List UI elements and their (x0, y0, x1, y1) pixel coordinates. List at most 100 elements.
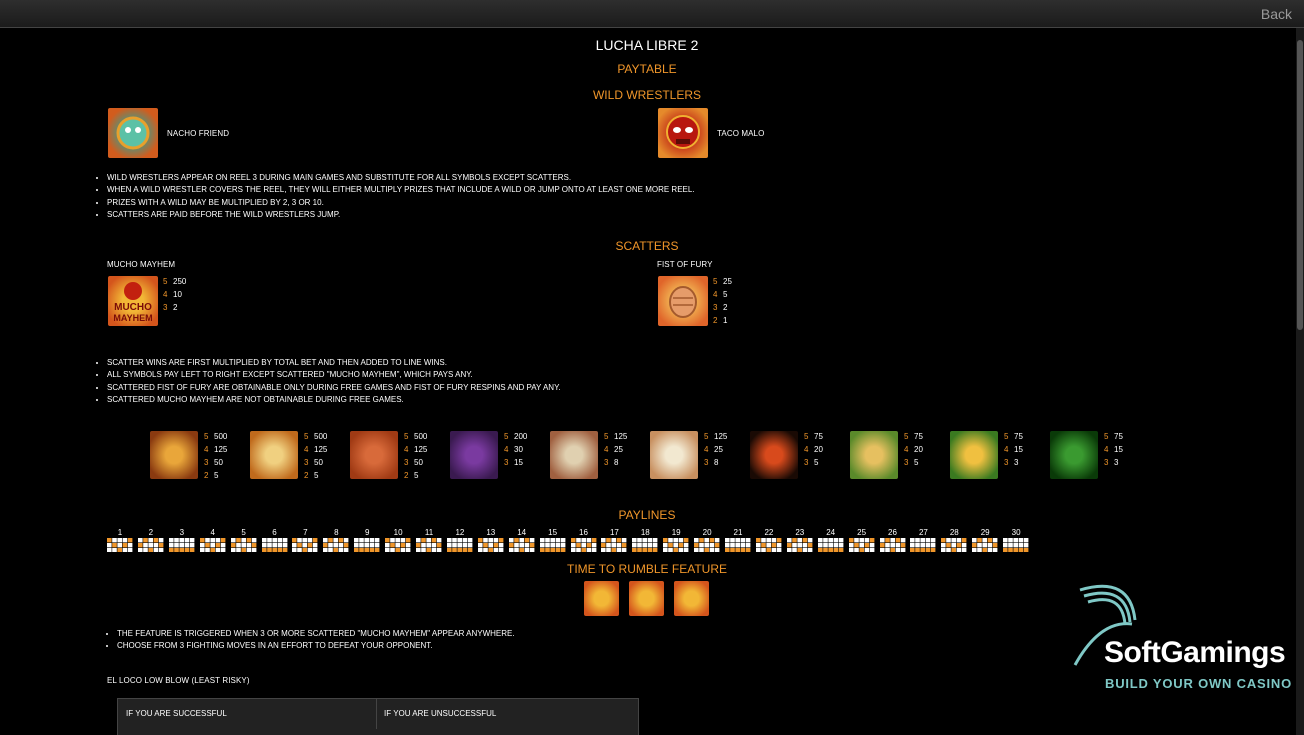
pay-row: 5 200 (504, 432, 528, 441)
nacho-chip-symbol-icon (950, 431, 998, 479)
payline-number: 27 (918, 528, 928, 537)
list-item: SCATTERS ARE PAID BEFORE THE WILD WRESTL… (107, 210, 1193, 219)
pay-row: 21 (713, 316, 728, 325)
pay-row: 25 (304, 471, 319, 480)
mucho-mayhem-icon (674, 581, 709, 616)
symbol-pays: 5 500 4 125 3 50 2 5 (304, 430, 327, 482)
wild-rules: WILD WRESTLERS APPEAR ON REEL 3 DURING M… (93, 173, 1193, 222)
payline-diagram-icon (663, 538, 689, 552)
payline-number: 13 (486, 528, 496, 537)
payline-number: 26 (888, 528, 897, 537)
payline-number: 17 (609, 528, 619, 537)
mucho-mayhem-icon (629, 581, 664, 616)
feature-symbols (584, 581, 714, 617)
pay-row: 3 15 (504, 458, 523, 467)
taco-symbol-icon (850, 431, 898, 479)
referee-symbol-icon (350, 431, 398, 479)
top-bar: Back (0, 0, 1304, 28)
trophy-symbol-icon (250, 431, 298, 479)
symbol-pays: 5 75 4 20 3 5 (804, 430, 823, 469)
payline-diagram-icon (725, 538, 751, 552)
payline-number: 24 (826, 528, 836, 537)
pay-row: 25 (204, 471, 219, 480)
list-item: PRIZES WITH A WILD MAY BE MULTIPLIED BY … (107, 198, 1193, 207)
back-button[interactable]: Back (1261, 6, 1292, 22)
scrollbar[interactable] (1296, 28, 1304, 735)
list-item: SCATTERED MUCHO MAYHEM ARE NOT OBTAINABL… (107, 395, 1193, 404)
symbol-pays: 5 75 4 15 3 3 (1104, 430, 1123, 469)
symbol-pays: 5 200 4 30 3 15 (504, 430, 527, 469)
feature-rules: THE FEATURE IS TRIGGERED WHEN 3 OR MORE … (103, 629, 1003, 654)
pay-row: 5 125 (704, 432, 728, 441)
pay-row: 3 50 (404, 458, 423, 467)
payline-diagram-icon (477, 538, 504, 552)
payline-number: 23 (795, 528, 805, 537)
list-item: THE FEATURE IS TRIGGERED WHEN 3 OR MORE … (117, 629, 1003, 638)
payline-number: 30 (1011, 528, 1021, 537)
payline-number: 10 (393, 528, 403, 537)
symbol-paytable: 5 500 4 125 3 50 2 5 5 500 4 125 3 50 2 5 5 500 4 125 3 50 2 5 5… (150, 431, 1150, 491)
payline-number: 11 (424, 528, 434, 537)
paylines-heading: PAYLINES (618, 508, 676, 522)
nacho-friend-label: NACHO FRIEND (167, 129, 230, 138)
brand-tagline: BUILD YOUR OWN CASINO (1105, 676, 1293, 691)
payline-diagram-icon (385, 538, 411, 552)
pay-row: 5 75 (804, 432, 823, 441)
game-title: LUCHA LIBRE 2 (595, 37, 699, 53)
payline-number: 8 (334, 528, 339, 537)
payline-diagram-icon (323, 538, 349, 552)
pay-row: 4 25 (704, 445, 723, 454)
paylines-grid: 1 2 3 4 5 6 7 8 9 10 11 12 13 14 15 16 17 18 19 20 21 22 23 24 2… (107, 528, 1037, 556)
pay-row: 33 (1104, 458, 1119, 467)
mucho-mayhem-icon (584, 581, 619, 616)
list-item: ALL SYMBOLS PAY LEFT TO RIGHT EXCEPT SCA… (107, 370, 1193, 379)
payline-diagram-icon (416, 538, 442, 552)
jalapeno-symbol-icon (1050, 431, 1098, 479)
payline-number: 12 (455, 528, 465, 537)
fist-of-fury-pays: 5 25 45 32 21 (713, 275, 732, 327)
symbol-pays: 5 125 4 25 3 8 (604, 430, 627, 469)
svg-text:MAYHEM: MAYHEM (113, 313, 152, 323)
move-title: EL LOCO LOW BLOW (LEAST RISKY) (107, 676, 250, 685)
wild-heading: WILD WRESTLERS (592, 88, 701, 102)
nacho-friend-symbol-icon (108, 108, 158, 158)
pay-row: 4 125 (204, 445, 228, 454)
scatter-rules: SCATTER WINS ARE FIRST MULTIPLIED BY TOT… (93, 358, 1193, 407)
payline-number: 5 (241, 528, 246, 537)
payline-number: 21 (733, 528, 743, 537)
pay-row: 5 500 (304, 432, 328, 441)
svg-text:MUCHO: MUCHO (114, 302, 152, 313)
cards-symbol-icon (550, 431, 598, 479)
scrollbar-thumb[interactable] (1297, 40, 1303, 330)
fist-of-fury-symbol-icon (658, 276, 708, 326)
pay-row: 5 250 (163, 277, 187, 286)
feature-heading: TIME TO RUMBLE FEATURE (566, 562, 728, 576)
payline-diagram-icon (1003, 538, 1029, 552)
payline-number: 14 (517, 528, 527, 537)
symbol-pays: 5 500 4 125 3 50 2 5 (204, 430, 227, 482)
payline-diagram-icon (941, 538, 967, 552)
list-item: WILD WRESTLERS APPEAR ON REEL 3 DURING M… (107, 173, 1193, 182)
payline-diagram-icon (230, 538, 256, 552)
symbol-pays: 5 500 4 125 3 50 2 5 (404, 430, 427, 482)
pay-row: 38 (704, 458, 719, 467)
payline-number: 29 (980, 528, 990, 537)
payline-number: 1 (117, 528, 123, 537)
payline-diagram-icon (910, 538, 936, 552)
payline-number: 9 (364, 528, 370, 537)
pay-row: 5 125 (604, 432, 628, 441)
pay-row: 4 125 (304, 445, 328, 454)
pay-row: 5 75 (1004, 432, 1023, 441)
pay-row: 5 75 (904, 432, 923, 441)
list-item: SCATTERED FIST OF FURY ARE OBTAINABLE ON… (107, 383, 1193, 392)
payline-diagram-icon (261, 538, 287, 552)
pay-row: 32 (163, 303, 178, 312)
payline-number: 22 (764, 528, 774, 537)
outcome-table: IF YOU ARE SUCCESSFUL IF YOU ARE UNSUCCE… (117, 698, 639, 735)
payline-diagram-icon (107, 538, 133, 552)
pay-row: 5 500 (404, 432, 428, 441)
pay-row: 4 15 (1104, 445, 1123, 454)
list-item: SCATTER WINS ARE FIRST MULTIPLIED BY TOT… (107, 358, 1193, 367)
pay-row: 4 20 (804, 445, 823, 454)
table-header-failure: IF YOU ARE UNSUCCESSFUL (384, 709, 497, 718)
